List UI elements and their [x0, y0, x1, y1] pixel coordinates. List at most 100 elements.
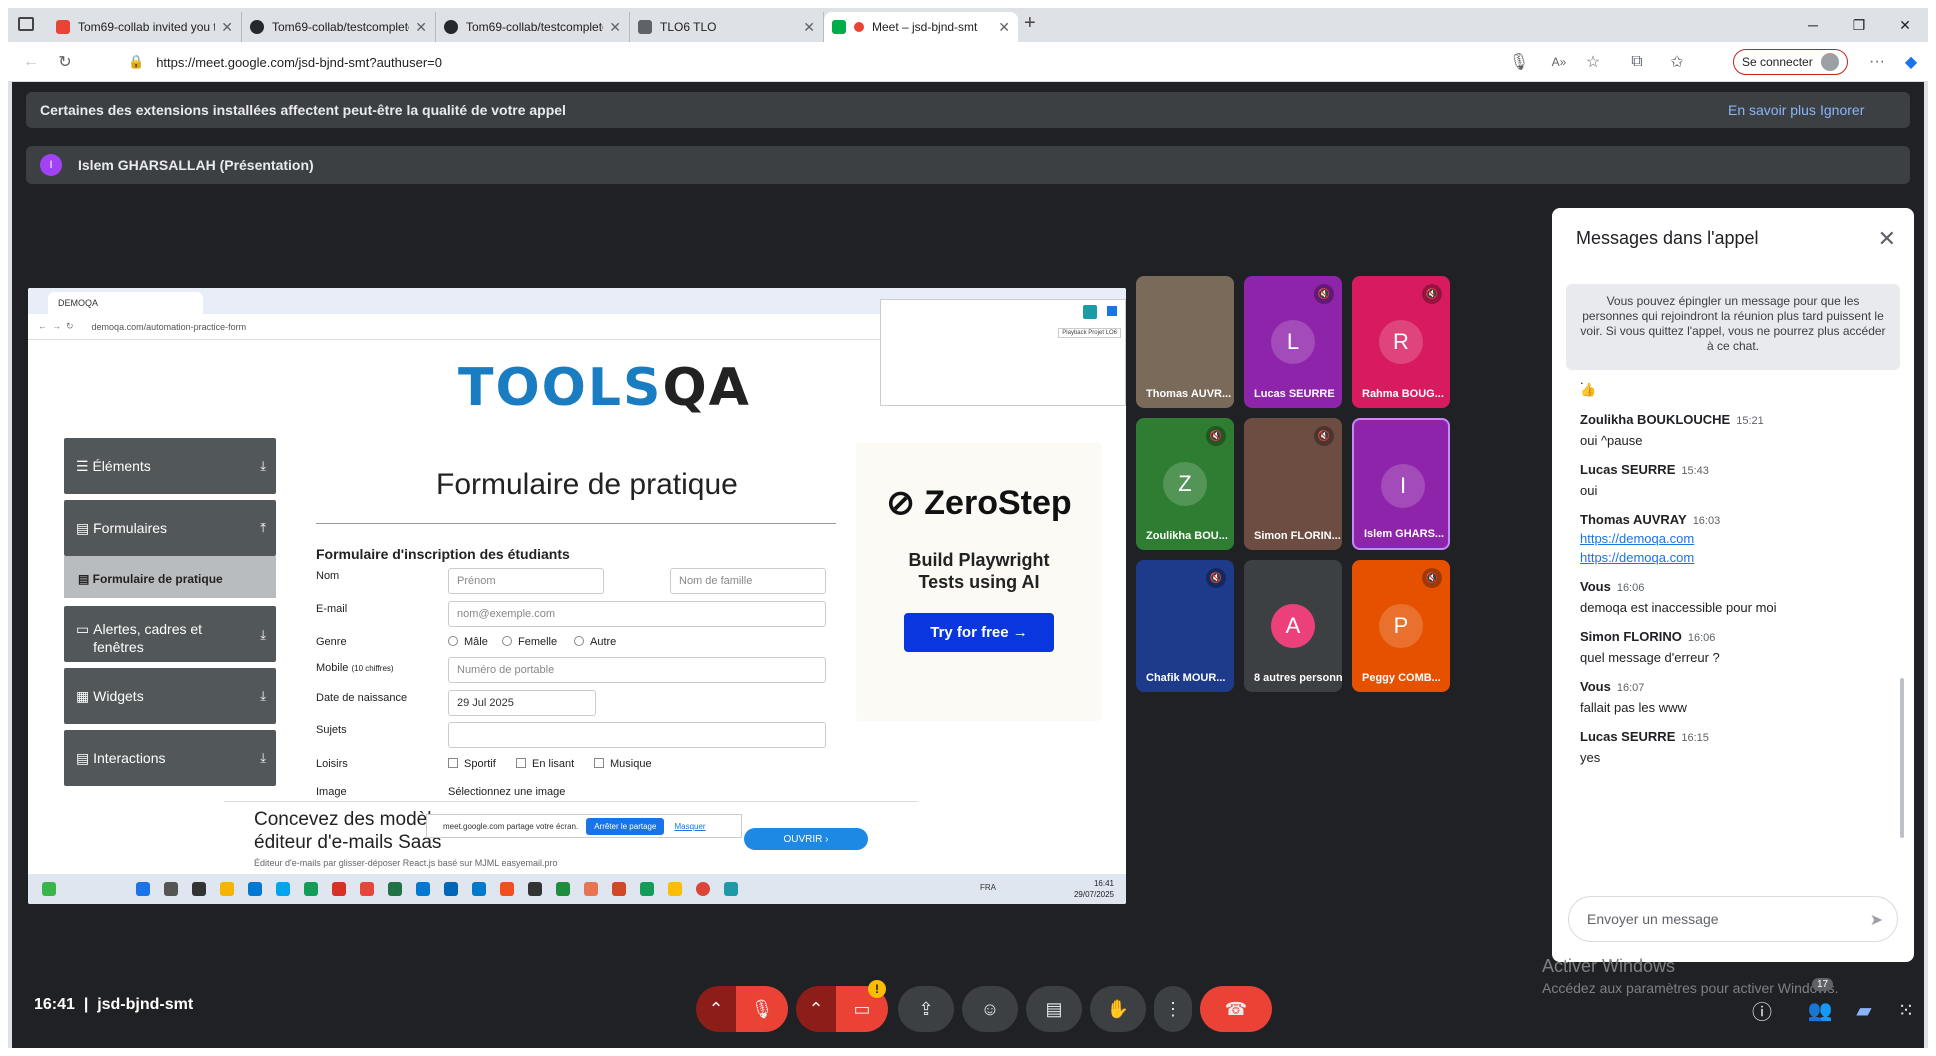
- url-bar[interactable]: 🔒 https://meet.google.com/jsd-bjnd-smt?a…: [114, 47, 1534, 77]
- author-name: Zoulikha BOUKLOUCHE: [1580, 412, 1731, 427]
- leave-call-button[interactable]: ☎: [1200, 986, 1272, 1032]
- close-window-button[interactable]: ✕: [1882, 8, 1928, 42]
- tab-github-1[interactable]: Tom69-collab/testcomplete-form ✕: [242, 12, 436, 42]
- video-options-button[interactable]: ⌃: [796, 986, 836, 1032]
- tab-title: Meet – jsd-bjnd-smt: [872, 20, 978, 34]
- participant-tile[interactable]: 🔇 Chafik MOUR...: [1136, 560, 1234, 692]
- close-icon[interactable]: ✕: [803, 19, 815, 36]
- sidebar-subitem-practice: ▤ Formulaire de pratique: [64, 556, 276, 598]
- chat-input[interactable]: Envoyer un message ➤: [1568, 896, 1898, 942]
- participant-tile[interactable]: 🔇 Simon FLORIN...: [1244, 418, 1342, 550]
- checkbox-icon: [448, 758, 458, 768]
- checkbox-label: En lisant: [532, 758, 575, 770]
- chat-info: Vous pouvez épingler un message pour que…: [1566, 284, 1900, 370]
- learn-more-link[interactable]: En savoir plus: [1728, 102, 1816, 118]
- message-author: Lucas SEURRE 15:43: [1580, 462, 1890, 477]
- present-button[interactable]: ⇪: [898, 986, 954, 1032]
- reactions-button[interactable]: ☺: [962, 986, 1018, 1032]
- maximize-button[interactable]: ❐: [1836, 8, 1882, 42]
- chat-message: Vous 16:07 fallait pas les www: [1580, 679, 1890, 715]
- checkbox-label: Sportif: [464, 758, 496, 770]
- participant-tile[interactable]: I Islem GHARS...: [1352, 418, 1450, 550]
- copilot-icon[interactable]: ◆: [1898, 50, 1924, 74]
- reload-icon[interactable]: ↻: [52, 50, 78, 74]
- read-aloud-icon[interactable]: A»: [1546, 50, 1572, 74]
- microphone-icon[interactable]: 🎙: [1506, 50, 1532, 74]
- meeting-code: jsd-bjnd-smt: [97, 996, 194, 1013]
- close-icon[interactable]: ✕: [998, 19, 1010, 36]
- participant-name: Rahma BOUG...: [1362, 388, 1444, 400]
- zerostep-tagline: Build Playwright Tests using AI: [856, 549, 1102, 593]
- app-icon: [276, 882, 290, 896]
- participant-tile[interactable]: Thomas AUVR...: [1136, 276, 1234, 408]
- app-icon: [584, 882, 598, 896]
- divider: [316, 523, 836, 524]
- radio-female: Femelle: [502, 636, 557, 648]
- more-options-button[interactable]: ⋮: [1154, 986, 1192, 1032]
- app-icon: [416, 882, 430, 896]
- zerostep-brand: ZeroStep: [924, 484, 1072, 522]
- activities-icon[interactable]: ⁙: [1890, 994, 1922, 1026]
- close-icon[interactable]: ✕: [609, 19, 621, 36]
- back-icon[interactable]: ←: [18, 50, 44, 74]
- tab-gmail[interactable]: Tom69-collab invited you to Tom69 ✕: [48, 12, 242, 42]
- people-icon[interactable]: 👥: [1804, 994, 1836, 1026]
- radio-male: Mâle: [448, 636, 488, 648]
- extensions-icon[interactable]: ⧉: [1624, 50, 1650, 74]
- try-free-button: Try for free →: [904, 613, 1054, 652]
- chat-message: Lucas SEURRE 15:43 oui: [1580, 462, 1890, 498]
- close-icon[interactable]: ✕: [1878, 226, 1896, 252]
- tab-github-2[interactable]: Tom69-collab/testcomplete-form ✕: [436, 12, 630, 42]
- ignore-link[interactable]: Ignorer: [1820, 102, 1864, 118]
- sidebar-item-forms: ▤ Formulaires ⤒: [64, 500, 276, 556]
- participant-tile[interactable]: Z 🔇 Zoulikha BOU...: [1136, 418, 1234, 550]
- raise-hand-button[interactable]: ✋: [1090, 986, 1146, 1032]
- participant-tile[interactable]: L 🔇 Lucas SEURRE: [1244, 276, 1342, 408]
- captions-button[interactable]: ▤: [1026, 986, 1082, 1032]
- tab-meet[interactable]: Meet – jsd-bjnd-smt ✕: [824, 12, 1018, 42]
- participant-tile[interactable]: A 8 autres personnes: [1244, 560, 1342, 692]
- message-time: 15:43: [1681, 465, 1709, 477]
- info-icon[interactable]: ⓘ: [1746, 994, 1778, 1026]
- favorite-icon[interactable]: ☆: [1580, 50, 1606, 74]
- download-icon: ⤓: [260, 458, 266, 473]
- checkbox-icon: [516, 758, 526, 768]
- chat-icon[interactable]: ▰: [1848, 994, 1880, 1026]
- checkbox-label: Musique: [610, 758, 652, 770]
- ad-small: Éditeur d'e-mails par glisser-déposer Re…: [254, 858, 558, 868]
- participant-tile[interactable]: P 🔇 Peggy COMB...: [1352, 560, 1450, 692]
- message-text: demoqa est inaccessible pour moi: [1580, 600, 1777, 615]
- meet-icon: [832, 20, 846, 34]
- sidebar-item-elements: ☰ Éléments ⤓: [64, 438, 276, 494]
- language-indicator: FRA: [980, 883, 996, 892]
- close-icon[interactable]: ✕: [415, 19, 427, 36]
- new-tab-button[interactable]: +: [1024, 12, 1036, 35]
- minimize-button[interactable]: ─: [1790, 8, 1836, 42]
- participant-avatar: I: [1381, 464, 1425, 508]
- message-link[interactable]: https://demoqa.com: [1580, 531, 1890, 546]
- favorites-icon[interactable]: ✩: [1664, 50, 1690, 74]
- image-picker: Sélectionnez une image: [448, 786, 566, 798]
- close-icon[interactable]: ✕: [221, 19, 233, 36]
- form-title: Formulaire de pratique: [436, 468, 738, 501]
- menu-icon[interactable]: ···: [1864, 50, 1890, 74]
- taskbar-clock: 16:41 29/07/2025: [1074, 878, 1114, 900]
- chat-scrollbar[interactable]: [1900, 678, 1904, 838]
- sidebar-label: Formulaire de pratique: [92, 572, 223, 586]
- send-icon[interactable]: ➤: [1870, 910, 1883, 930]
- explorer-icon: [220, 882, 234, 896]
- sidebar-icon[interactable]: [18, 17, 34, 31]
- store-icon: [248, 882, 262, 896]
- sign-in-button[interactable]: Se connecter: [1733, 49, 1848, 75]
- emoji-icon: ☺: [980, 998, 1000, 1019]
- tab-tlo[interactable]: TLO6 TLO ✕: [630, 12, 824, 42]
- powerpoint-icon: [612, 882, 626, 896]
- zerostep-ad: ⊘ ZeroStep Build Playwright Tests using A…: [856, 443, 1102, 721]
- participant-tile[interactable]: R 🔇 Rahma BOUG...: [1352, 276, 1450, 408]
- shared-tab-title: DEMOQA: [58, 298, 99, 308]
- message-link[interactable]: https://demoqa.com: [1580, 550, 1890, 565]
- audio-options-button[interactable]: ⌃: [696, 986, 736, 1032]
- sidebar-label: Formulaires: [93, 520, 168, 536]
- mic-off-button[interactable]: 🎙: [736, 986, 788, 1032]
- gmail-icon: [56, 20, 70, 34]
